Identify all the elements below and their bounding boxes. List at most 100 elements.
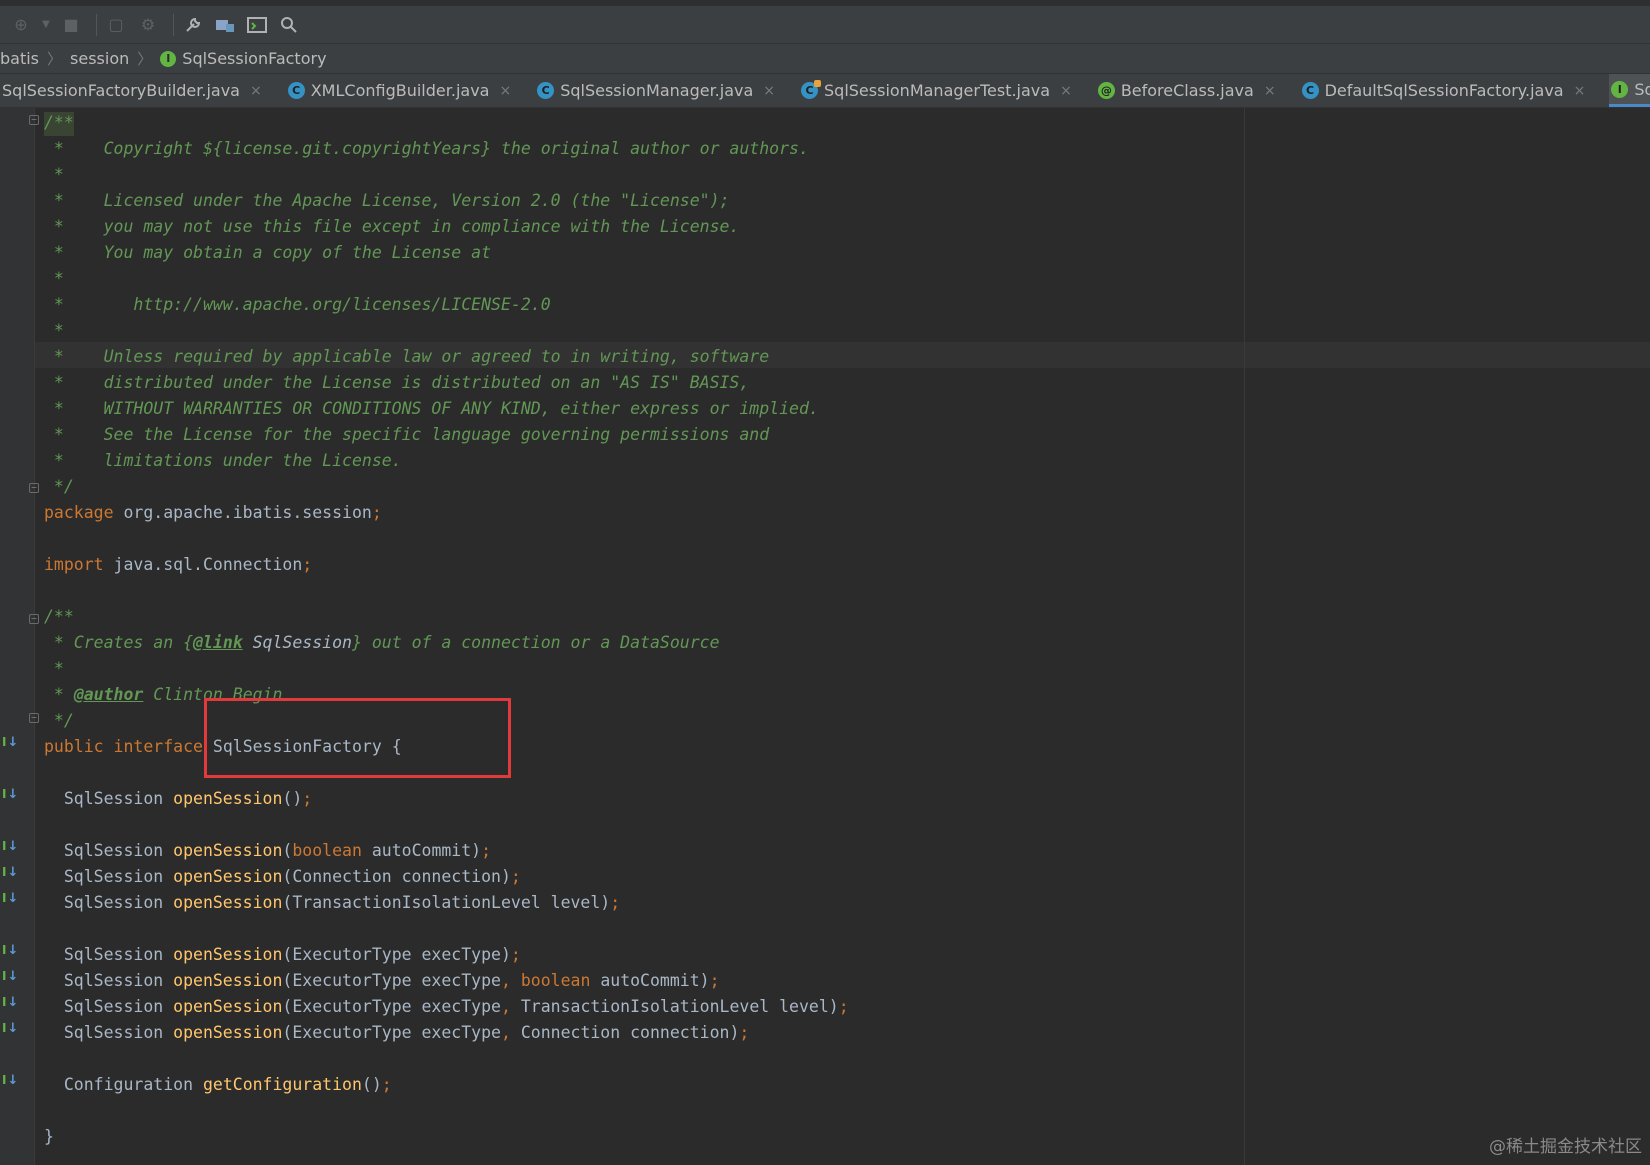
method-args: (ExecutorType execType	[282, 1023, 501, 1042]
semicolon: ;	[510, 945, 521, 964]
tab-sqlsessionmanager[interactable]: C SqlSessionManager.java ×	[535, 74, 783, 107]
search-icon[interactable]	[276, 12, 302, 38]
doc-tag: @link	[193, 633, 243, 652]
comma: ,	[500, 971, 511, 990]
semicolon: ;	[838, 997, 849, 1016]
method-name: openSession	[173, 945, 283, 964]
code-line-doc: * Creates an {@link SqlSession} out of a…	[44, 630, 720, 656]
close-icon[interactable]: ×	[499, 83, 511, 99]
method-args: ()	[361, 1075, 382, 1094]
code-line-method: SqlSession openSession(boolean autoCommi…	[44, 838, 491, 864]
implemented-icon[interactable]: I ↓	[2, 1072, 20, 1088]
keyword: public	[44, 737, 104, 756]
dropdown-arrow-icon[interactable]: ▼	[40, 12, 52, 38]
debug-icon[interactable]: ⚙	[135, 12, 161, 38]
project-structure-icon[interactable]	[212, 12, 238, 38]
code-line: *	[44, 165, 64, 184]
tab-beforeclass[interactable]: @ BeforeClass.java ×	[1096, 74, 1284, 107]
toolbar-divider	[173, 13, 174, 36]
keyword: import	[44, 555, 104, 574]
method-name: openSession	[173, 1023, 283, 1042]
semicolon: ;	[709, 971, 720, 990]
semicolon: ;	[610, 893, 621, 912]
stop-icon[interactable]: ■	[58, 12, 84, 38]
code-line-method: SqlSession openSession(ExecutorType exec…	[44, 994, 849, 1020]
tab-label: SqlSessionFactoryBuilder.java	[2, 81, 240, 100]
close-icon[interactable]: ×	[250, 83, 262, 99]
terminal-icon[interactable]	[244, 12, 270, 38]
code-line: * limitations under the License.	[44, 451, 402, 470]
code-line: * distributed under the License is distr…	[44, 373, 750, 392]
implemented-icon[interactable]: I ↓	[2, 890, 20, 906]
return-type: SqlSession	[44, 1023, 174, 1042]
fold-icon[interactable]: −	[29, 115, 39, 125]
main-toolbar: ⊕ ▼ ■ ▢ ⚙	[0, 0, 1650, 44]
semicolon: ;	[481, 841, 492, 860]
doc-text: } out of a connection or a DataSource	[351, 633, 720, 652]
code-line-method: SqlSession openSession(Connection connec…	[44, 864, 521, 890]
tab-sqlsessionfactorybuilder[interactable]: SqlSessionFactoryBuilder.java ×	[0, 74, 270, 107]
breadcrumb-current[interactable]: I SqlSessionFactory	[160, 49, 327, 68]
tab-label: SqlSessionManagerTest.java	[824, 81, 1051, 100]
implemented-icon[interactable]: I ↓	[2, 786, 20, 802]
doc-tag: @author	[73, 685, 144, 704]
close-icon[interactable]: ×	[1060, 83, 1072, 99]
code-line: * See the License for the specific langu…	[44, 425, 770, 444]
method-name: openSession	[173, 841, 283, 860]
wrench-icon[interactable]	[180, 12, 206, 38]
code-line: * Copyright ${license.git.copyrightYears…	[44, 139, 809, 158]
method-name: getConfiguration	[202, 1075, 362, 1094]
method-args: (	[282, 841, 293, 860]
breadcrumb-separator: 〉	[47, 50, 63, 68]
method-args: (ExecutorType execType	[282, 997, 501, 1016]
code-line: * You may obtain a copy of the License a…	[44, 243, 492, 262]
tab-label: SqlSessionManager.java	[560, 81, 754, 100]
semicolon: ;	[739, 1023, 750, 1042]
build-icon[interactable]: ▢	[103, 12, 129, 38]
close-icon[interactable]: ×	[1264, 83, 1276, 99]
code-line-method: SqlSession openSession(ExecutorType exec…	[44, 942, 521, 968]
tab-defaultsqlsessionfactory[interactable]: C DefaultSqlSessionFactory.java ×	[1300, 74, 1594, 107]
breadcrumb-separator: 〉	[137, 50, 153, 68]
test-class-icon: C	[801, 80, 822, 99]
implemented-icon[interactable]: I ↓	[2, 734, 20, 750]
right-margin-guide	[1244, 108, 1245, 1165]
code-line-method: Configuration getConfiguration();	[44, 1072, 392, 1098]
code-editor[interactable]: − − − − I ↓ I ↓ I ↓ I ↓ I ↓ I ↓ I ↓ I ↓ I ↓ I ↓ /*…	[0, 108, 1650, 1165]
doc-text: *	[44, 685, 74, 704]
fold-icon[interactable]: −	[29, 483, 39, 493]
comma: ,	[500, 997, 511, 1016]
close-icon[interactable]: ×	[763, 83, 775, 99]
breadcrumb-item[interactable]: session	[70, 49, 129, 68]
close-icon[interactable]: ×	[1574, 83, 1586, 99]
tab-sqlsessionfactory[interactable]: I SqlSessionFactory.java ×	[1609, 74, 1650, 107]
tab-xmlconfigbuilder[interactable]: C XMLConfigBuilder.java ×	[286, 74, 519, 107]
comma: ,	[500, 1023, 511, 1042]
run-with-coverage-icon[interactable]: ⊕	[8, 12, 34, 38]
implemented-icon[interactable]: I ↓	[2, 968, 20, 984]
package-name: org.apache.ibatis.session	[113, 503, 372, 522]
fold-icon[interactable]: −	[29, 614, 39, 624]
breadcrumb-current-label: SqlSessionFactory	[182, 49, 327, 68]
code-line: /**	[44, 113, 74, 132]
keyword: interface	[103, 737, 203, 756]
implemented-icon[interactable]: I ↓	[2, 994, 20, 1010]
implemented-icon[interactable]: I ↓	[2, 1020, 20, 1036]
breadcrumb-item[interactable]: batis	[0, 49, 39, 68]
implemented-icon[interactable]: I ↓	[2, 864, 20, 880]
code-line: */	[44, 711, 74, 730]
implemented-icon[interactable]: I ↓	[2, 838, 20, 854]
class-icon: C	[1301, 82, 1319, 99]
return-type: Configuration	[44, 1075, 203, 1094]
tab-sqlsessionmanagertest[interactable]: C SqlSessionManagerTest.java ×	[799, 74, 1080, 107]
method-args: autoCommit)	[361, 841, 482, 860]
tab-label: SqlSessionFactory.java	[1634, 79, 1650, 99]
method-args: ()	[282, 789, 303, 808]
code-line-import: import java.sql.Connection;	[44, 552, 312, 578]
fold-icon[interactable]: −	[29, 713, 39, 723]
implemented-icon[interactable]: I ↓	[2, 942, 20, 958]
breadcrumb: batis 〉 session 〉 I SqlSessionFactory	[0, 44, 1650, 74]
method-name: openSession	[173, 789, 283, 808]
code-line: */	[44, 477, 74, 496]
tab-label: DefaultSqlSessionFactory.java	[1324, 81, 1564, 100]
